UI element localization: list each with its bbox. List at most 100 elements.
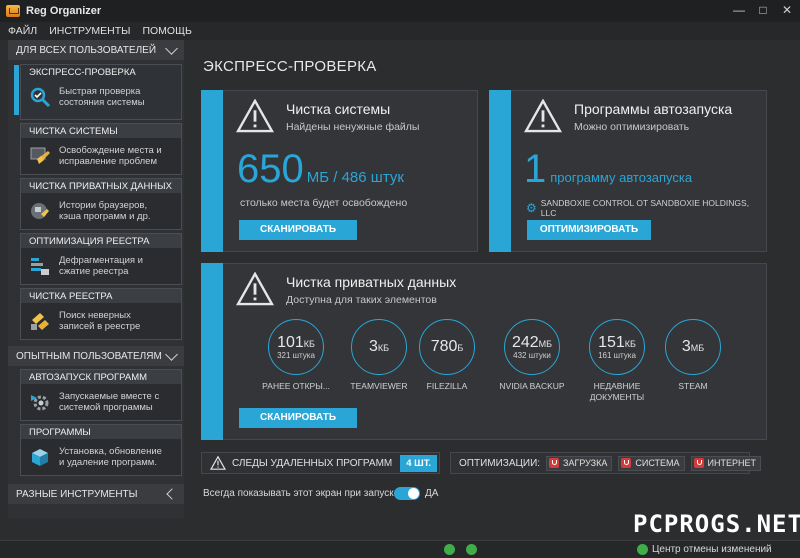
private-item-nvidia-backup[interactable]: 242МБ 432 штуки NVIDIA BACKUP (497, 319, 567, 392)
opt-chip-label: ЗАГРУЗКА (563, 458, 608, 468)
undo-center-link[interactable]: Центр отмены изменений (652, 544, 772, 555)
optimizations-bar: ОПТИМИЗАЦИИ: ЗАГРУЗКА СИСТЕМА ИНТЕРНЕТ (450, 452, 762, 474)
menu-tools[interactable]: ИНСТРУМЕНТЫ (49, 25, 130, 37)
deleted-traces-label: СЛЕДЫ УДАЛЕННЫХ ПРОГРАММ (232, 457, 393, 469)
card-subtitle: Доступна для таких элементов (286, 294, 437, 306)
power-icon (693, 458, 704, 468)
broom-monitor-icon (30, 147, 50, 164)
private-item-label: РАНЕЕ ОТКРЫ... (262, 381, 330, 391)
sidebar: ДЛЯ ВСЕХ ПОЛЬЗОВАТЕЛЕЙ ЭКСПРЕСС-ПРОВЕРКА… (8, 40, 184, 518)
sidebar-item-registry-clean[interactable]: ЧИСТКА РЕЕСТРА Поиск неверных записей в р… (20, 288, 182, 340)
autorun-card: Программы автозапуска Можно оптимизирова… (489, 90, 767, 252)
sidebar-item-desc: записей в реестре (59, 321, 141, 332)
space-amount-unit: МБ / 486 штук (306, 169, 404, 186)
private-item-value: 242 (511, 334, 539, 351)
card-title: Чистка приватных данных (286, 274, 457, 290)
space-note: столько места будет освобождено (240, 197, 408, 209)
private-data-card: Чистка приватных данных Доступна для так… (201, 263, 767, 440)
autorun-gear-icon (31, 395, 49, 411)
section-advanced-users[interactable]: ОПЫТНЫМ ПОЛЬЗОВАТЕЛЯМ (8, 346, 184, 366)
private-item-label: FILEZILLA (426, 381, 468, 391)
close-icon[interactable]: ✕ (780, 3, 794, 17)
menu-help[interactable]: ПОМОЩЬ (142, 25, 191, 37)
private-item-label: TEAMVIEWER (350, 381, 408, 391)
watermark: PCPROGS.NET (633, 510, 800, 538)
sidebar-item-desc: Поиск неверных (59, 310, 131, 321)
sidebar-item-desc: исправление проблем (59, 156, 157, 167)
startup-toggle-label: Всегда показывать этот экран при запуске (203, 488, 400, 499)
sidebar-item-title: ЭКСПРЕСС-ПРОВЕРКА (21, 65, 181, 79)
window-controls: — □ ✕ (732, 3, 794, 17)
space-amount-value: 650 (237, 147, 304, 191)
private-item-recent-opened[interactable]: 101КБ 321 штука РАНЕЕ ОТКРЫ... (261, 319, 331, 392)
startup-toggle[interactable] (394, 487, 420, 500)
minimize-icon[interactable]: — (732, 3, 746, 17)
sidebar-item-title: ОПТИМИЗАЦИЯ РЕЕСТРА (21, 234, 181, 248)
private-item-recent-docs[interactable]: 151КБ 161 штука НЕДАВНИЕ ДОКУМЕНТЫ (582, 319, 652, 403)
scan-system-button[interactable]: СКАНИРОВАТЬ (239, 220, 357, 240)
section-all-users[interactable]: ДЛЯ ВСЕХ ПОЛЬЗОВАТЕЛЕЙ (8, 40, 184, 60)
opt-chip-boot[interactable]: ЗАГРУЗКА (546, 455, 613, 471)
sidebar-item-desc: Установка, обновление (59, 446, 162, 457)
registry-defrag-icon (31, 258, 49, 275)
warning-icon (236, 272, 274, 306)
shield-icon[interactable] (466, 544, 477, 555)
sidebar-item-desc: Запускаемые вместе с (59, 391, 160, 402)
private-item-label: НЕДАВНИЕ (593, 381, 641, 391)
private-item-label: NVIDIA BACKUP (499, 381, 565, 391)
optimizations-label: ОПТИМИЗАЦИИ: (459, 457, 541, 469)
private-item-unit: КБ (303, 339, 315, 349)
private-item-value: 780 (430, 338, 458, 355)
sidebar-item-title: ЧИСТКА РЕЕСТРА (21, 289, 181, 303)
sidebar-item-desc: Освобождение места и (59, 145, 162, 156)
sidebar-item-autorun[interactable]: АВТОЗАПУСК ПРОГРАММ Запускаемые вместе с… (20, 369, 182, 421)
private-item-count: 321 штука (277, 351, 315, 360)
sidebar-item-title: ЧИСТКА ПРИВАТНЫХ ДАННЫХ (21, 179, 181, 193)
sidebar-item-desc: Быстрая проверка (59, 86, 141, 97)
autorun-amount-unit: программу автозапуска (550, 170, 693, 185)
private-item-teamviewer[interactable]: 3КБ TEAMVIEWER (344, 319, 414, 392)
private-item-filezilla[interactable]: 780Б FILEZILLA (412, 319, 482, 392)
private-item-steam[interactable]: 3МБ STEAM (658, 319, 728, 392)
undo-icon (637, 544, 648, 555)
private-item-count: 432 штуки (513, 351, 551, 360)
status-bar: Центр отмены изменений (0, 540, 800, 558)
card-subtitle: Найдены ненужные файлы (286, 121, 420, 133)
opt-chip-label: ИНТЕРНЕТ (707, 458, 757, 468)
power-icon (621, 458, 632, 468)
sidebar-item-title: АВТОЗАПУСК ПРОГРАММ (21, 370, 181, 384)
app-logo-icon (6, 5, 20, 17)
private-item-label: ДОКУМЕНТЫ (589, 392, 645, 402)
sidebar-item-programs[interactable]: ПРОГРАММЫ Установка, обновление и удалени… (20, 424, 182, 476)
private-item-unit: МБ (538, 339, 553, 349)
magnifier-check-icon (30, 87, 51, 108)
opt-chip-internet[interactable]: ИНТЕРНЕТ (690, 455, 762, 471)
broom-registry-icon (31, 313, 49, 330)
autorun-amount: 1 программу автозапуска (524, 147, 692, 192)
sidebar-item-title: ЧИСТКА СИСТЕМЫ (21, 124, 181, 138)
warning-icon (524, 99, 562, 133)
card-accent-stripe (201, 90, 223, 252)
scan-private-button[interactable]: СКАНИРОВАТЬ (239, 408, 357, 428)
private-item-unit: Б (457, 343, 464, 353)
private-item-value: 101 (277, 334, 304, 351)
sidebar-item-private-data[interactable]: ЧИСТКА ПРИВАТНЫХ ДАННЫХ Истории браузеро… (20, 178, 182, 230)
power-icon (549, 458, 560, 468)
private-item-label: STEAM (678, 381, 708, 391)
maximize-icon[interactable]: □ (756, 3, 770, 17)
sidebar-item-express-check[interactable]: ЭКСПРЕСС-ПРОВЕРКА Быстрая проверка состоя… (14, 64, 182, 120)
deleted-traces-bar[interactable]: СЛЕДЫ УДАЛЕННЫХ ПРОГРАММ 4 ШТ. (201, 452, 440, 474)
sidebar-item-desc: системой программы (59, 402, 153, 413)
window-title: Reg Organizer (26, 5, 102, 17)
optimize-autorun-button[interactable]: ОПТИМИЗИРОВАТЬ (527, 220, 651, 240)
sidebar-item-registry-optimize[interactable]: ОПТИМИЗАЦИЯ РЕЕСТРА Дефрагментация и сжат… (20, 233, 182, 285)
card-title: Чистка системы (286, 101, 391, 117)
private-item-value: 3 (681, 338, 691, 355)
sidebar-item-system-clean[interactable]: ЧИСТКА СИСТЕМЫ Освобождение места и испра… (20, 123, 182, 175)
opt-chip-system[interactable]: СИСТЕМА (618, 455, 685, 471)
menu-file[interactable]: ФАЙЛ (8, 25, 37, 37)
shield-icon[interactable] (444, 544, 455, 555)
section-misc-tools[interactable]: РАЗНЫЕ ИНСТРУМЕНТЫ (8, 484, 184, 504)
startup-toggle-state: ДА (425, 488, 439, 499)
chevron-down-icon (165, 41, 178, 55)
